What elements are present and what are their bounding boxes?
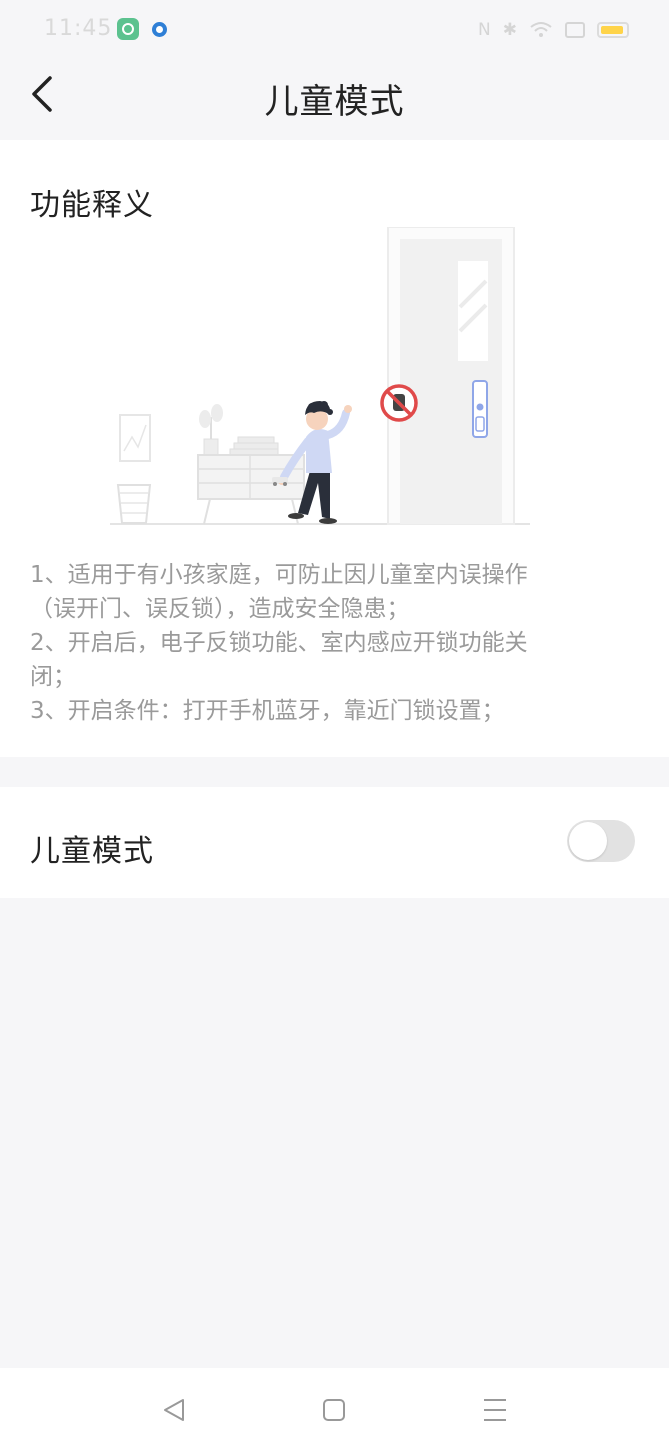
upload-app-icon: [117, 18, 139, 40]
description-line: 3、开启条件：打开手机蓝牙，靠近门锁设置；: [30, 698, 505, 724]
description-line: 2、开启后，电子反锁功能、室内感应开锁功能关: [30, 630, 528, 656]
child-figure: [278, 401, 352, 524]
description-line: （误开门、误反锁），造成安全隐患；: [30, 596, 410, 622]
child-mode-label: 儿童模式: [30, 834, 154, 869]
wall-picture-icon: [119, 414, 151, 462]
plant-icon: [199, 404, 223, 456]
system-navigation-bar: [0, 1368, 669, 1450]
bluetooth-icon: ✱: [502, 20, 517, 40]
menu-lines-icon[interactable]: [474, 1392, 514, 1428]
child-mode-toggle[interactable]: [567, 820, 635, 862]
status-bar: 11:45 N ✱: [0, 0, 669, 60]
status-time: 11:45: [44, 16, 113, 41]
section-title: 功能释义: [30, 188, 154, 223]
books-icon: [229, 436, 279, 456]
door-icon: [387, 227, 515, 525]
child-lock-illustration: [110, 227, 530, 525]
no-hand-prohibition-icon: [380, 384, 418, 422]
battery-icon: [597, 22, 629, 38]
trash-basket-icon: [116, 484, 152, 524]
status-icons: N ✱: [478, 18, 629, 42]
wifi-icon: [530, 22, 552, 37]
home-square-icon[interactable]: [314, 1392, 354, 1428]
browser-app-icon: [152, 22, 167, 37]
back-triangle-icon[interactable]: [155, 1392, 195, 1428]
child-mode-setting-row: 儿童模式: [0, 787, 669, 898]
description-line: 闭；: [30, 664, 76, 690]
description-line: 1、适用于有小孩家庭，可防止因儿童室内误操作: [30, 562, 528, 588]
smart-lock-icon: [472, 380, 488, 438]
toggle-knob: [569, 822, 607, 860]
screen-icon: [565, 22, 585, 38]
description-card: 功能释义 1、适用于有小孩家庭，可防止因儿童室内误操作 （误开门、误反锁），造成…: [0, 140, 669, 757]
page-title: 儿童模式: [264, 82, 405, 122]
header: 儿童模式: [0, 60, 669, 140]
description-text: 1、适用于有小孩家庭，可防止因儿童室内误操作 （误开门、误反锁），造成安全隐患；…: [30, 558, 640, 728]
nfc-icon: N: [478, 20, 491, 40]
